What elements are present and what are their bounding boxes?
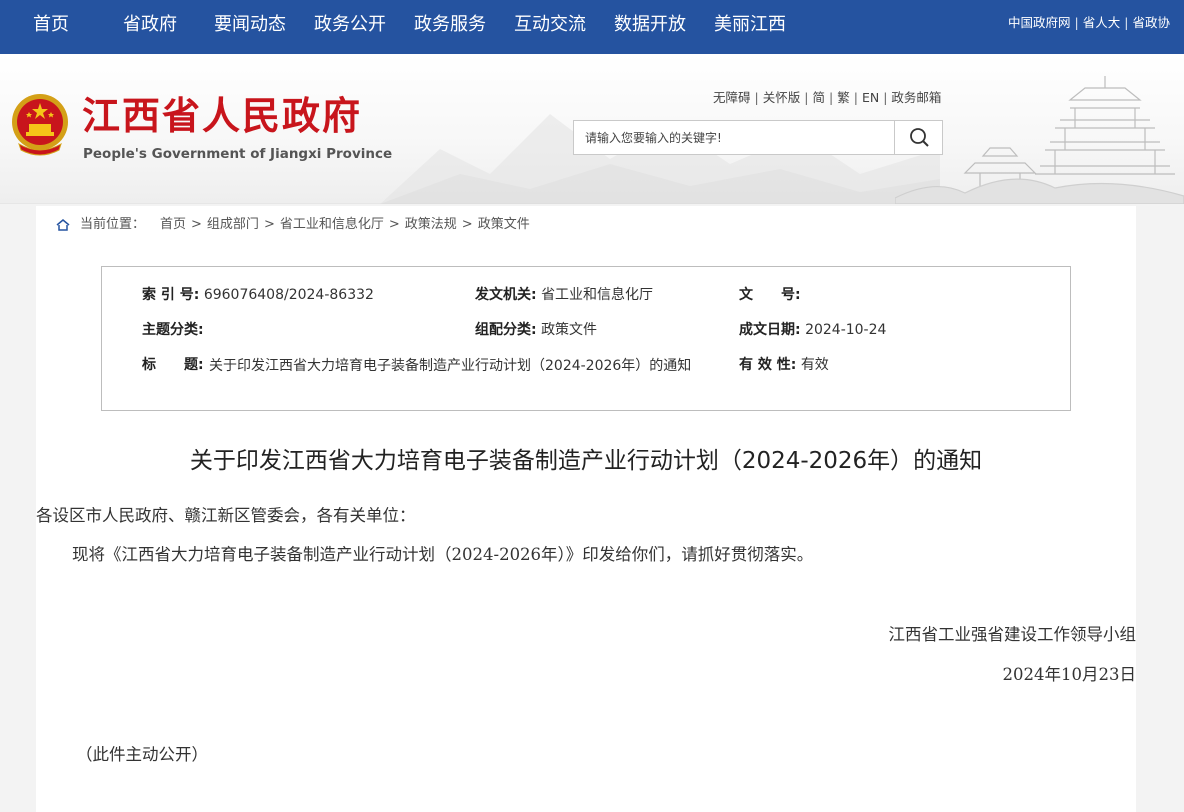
breadcrumb-item-departments[interactable]: 组成部门 (207, 217, 259, 232)
nav-item-government-affairs-disclosure[interactable]: 政务公开 (314, 13, 386, 37)
external-links: 中国政府网 | 省人大 | 省政协 (1008, 15, 1170, 30)
breadcrumb-item-policies[interactable]: 政策法规 (405, 217, 457, 232)
breadcrumb-item-miit[interactable]: 省工业和信息化厅 (280, 217, 384, 232)
info-subject: 主题分类: (142, 322, 204, 338)
breadcrumb-item-policy-documents[interactable]: 政策文件 (478, 217, 530, 232)
info-index-no: 索 引 号: 696076408/2024-86332 (142, 287, 374, 303)
link-accessibility[interactable]: 无障碍 (713, 90, 751, 105)
document-body: 现将《江西省大力培育电子装备制造产业行动计划（2024-2026年）》印发给你们… (72, 545, 814, 564)
site-subtitle: People's Government of Jiangxi Province (83, 146, 393, 162)
info-validity: 有 效 性: 有效 (739, 357, 829, 373)
breadcrumb-path: 首页 > 组成部门 > 省工业和信息化厅 > 政策法规 > 政策文件 (160, 217, 530, 232)
document-salutation: 各设区市人民政府、赣江新区管委会，各有关单位： (36, 506, 416, 525)
nav-item-home[interactable]: 首页 (33, 13, 69, 37)
site-title: 江西省人民政府 (82, 93, 363, 138)
info-issuer: 发文机关: 省工业和信息化厅 (475, 287, 654, 303)
header-banner: 江西省人民政府 People's Government of Jiangxi P… (0, 54, 1184, 204)
main-content: 当前位置： 首页 > 组成部门 > 省工业和信息化厅 > 政策法规 > 政策文件 索 引 号: … (36, 206, 1136, 812)
nav-item-government-services[interactable]: 政务服务 (414, 13, 486, 37)
nav-item-interaction[interactable]: 互动交流 (514, 13, 586, 37)
nav-item-news[interactable]: 要闻动态 (214, 13, 286, 37)
link-provincial-cppcc[interactable]: 省政协 (1132, 15, 1170, 30)
info-title-value: 关于印发江西省大力培育电子装备制造产业行动计划（2024-2026年）的通知 (209, 358, 692, 374)
national-emblem-icon (12, 94, 68, 156)
link-traditional-chinese[interactable]: 繁 (837, 90, 850, 105)
document-title: 关于印发江西省大力培育电子装备制造产业行动计划（2024-2026年）的通知 (189, 448, 983, 474)
info-category: 组配分类: 政策文件 (475, 322, 598, 338)
nav-item-beautiful-jiangxi[interactable]: 美丽江西 (714, 13, 786, 37)
breadcrumb-item-home[interactable]: 首页 (160, 217, 186, 232)
link-simplified-chinese[interactable]: 简 (812, 90, 825, 105)
disclosure-note: （此件主动公开） (76, 745, 208, 764)
pavilion-illustration-image (895, 76, 1184, 204)
document-info-box: 索 引 号: 696076408/2024-86332 发文机关: 省工业和信息… (101, 266, 1071, 411)
link-provincial-congress[interactable]: 省人大 (1083, 15, 1121, 30)
nav-item-open-data[interactable]: 数据开放 (614, 13, 686, 37)
document-signature: 江西省工业强省建设工作领导小组 (888, 625, 1137, 644)
info-date: 成文日期: 2024-10-24 (739, 322, 887, 338)
nav-item-provincial-government[interactable]: 省政府 (123, 13, 177, 37)
search-box (573, 120, 943, 155)
info-title-label: 标 题: (142, 357, 204, 373)
link-china-gov[interactable]: 中国政府网 (1008, 15, 1071, 30)
top-nav-bar: 首页 省政府 要闻动态 政务公开 政务服务 互动交流 数据开放 美丽江西 中国政… (0, 0, 1184, 54)
home-icon (56, 219, 70, 231)
breadcrumb-label: 当前位置： (80, 217, 146, 232)
document-date: 2024年10月23日 (1002, 665, 1136, 684)
link-care-mode[interactable]: 关怀版 (763, 90, 801, 105)
search-input[interactable] (574, 121, 895, 154)
info-doc-no: 文 号: (739, 287, 801, 303)
link-english[interactable]: EN (862, 90, 879, 105)
